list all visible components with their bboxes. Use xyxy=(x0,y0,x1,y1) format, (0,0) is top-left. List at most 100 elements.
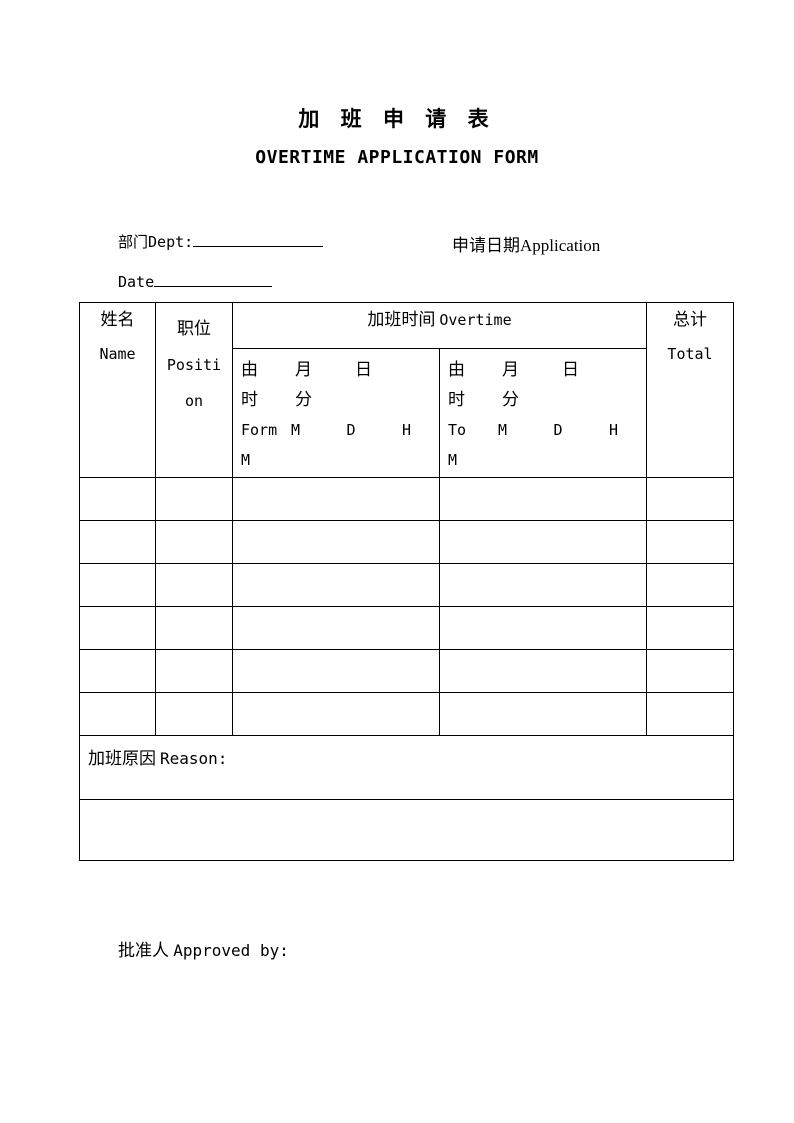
header-total-cn: 总计 xyxy=(673,310,707,329)
header-cell-total: 总计 Total xyxy=(646,302,734,478)
from-en-day: D xyxy=(346,421,356,439)
header-cell-position: 职位 Positi on xyxy=(155,302,233,478)
header-cell-from: 由 月 日 时 分 Form M D H M xyxy=(232,348,440,478)
header-position-en-2: on xyxy=(184,392,204,410)
cell-position[interactable] xyxy=(155,563,233,607)
cell-name[interactable] xyxy=(79,606,156,650)
cell-total[interactable] xyxy=(646,606,734,650)
to-cn-日: 日 xyxy=(562,360,579,379)
cell-from[interactable] xyxy=(232,606,440,650)
cell-position[interactable] xyxy=(155,477,233,521)
cell-to[interactable] xyxy=(439,520,647,564)
from-en-month: M xyxy=(290,421,300,439)
from-cn-line-2: 时 分 xyxy=(241,385,439,415)
table-row[interactable] xyxy=(79,649,734,693)
table-header-row-group: 姓名 Name 职位 Positi on 加班时间 Overtime 总计 To xyxy=(79,302,734,478)
to-cn-时: 时 xyxy=(448,390,465,409)
from-cn-line-1: 由 月 日 xyxy=(241,355,439,385)
notes-cell[interactable] xyxy=(79,799,734,861)
application-date-label: 申请日期Application xyxy=(452,236,601,255)
to-en-day: D xyxy=(553,421,563,439)
cell-to[interactable] xyxy=(439,477,647,521)
cell-position[interactable] xyxy=(155,606,233,650)
overtime-group-label-en: Overtime xyxy=(439,311,512,329)
reason-row[interactable]: 加班原因 Reason: xyxy=(79,735,734,800)
header-total-en: Total xyxy=(667,345,713,363)
department-input[interactable] xyxy=(193,246,324,247)
to-cn-月: 月 xyxy=(502,360,519,379)
from-cn-由: 由 xyxy=(241,360,258,379)
header-name-en: Name xyxy=(99,345,136,363)
date-input[interactable] xyxy=(154,286,273,287)
cell-from[interactable] xyxy=(232,649,440,693)
header-position-cn: 职位 xyxy=(177,319,211,338)
approved-by-label-cn: 批准人 xyxy=(118,941,169,960)
header-cell-to: 由 月 日 时 分 To M D H M xyxy=(439,348,647,478)
cell-name[interactable] xyxy=(79,477,156,521)
cell-total[interactable] xyxy=(646,563,734,607)
to-cn-line-2: 时 分 xyxy=(448,385,646,415)
table-row[interactable] xyxy=(79,692,734,736)
page-title-english: OVERTIME APPLICATION FORM xyxy=(255,147,539,168)
cell-total[interactable] xyxy=(646,649,734,693)
table-row[interactable] xyxy=(79,520,734,564)
header-position-en-1: Positi xyxy=(166,356,222,374)
from-cn-分: 分 xyxy=(295,390,312,409)
header-name-cn: 姓名 xyxy=(100,310,135,329)
cell-to[interactable] xyxy=(439,692,647,736)
to-en-line-2: M xyxy=(448,445,646,475)
to-en-minute: M xyxy=(448,451,458,469)
to-cn-分: 分 xyxy=(502,390,519,409)
cell-from[interactable] xyxy=(232,477,440,521)
page-title-chinese: 加 班 申 请 表 xyxy=(298,106,496,131)
reason-label-en: Reason: xyxy=(160,749,228,768)
cell-name[interactable] xyxy=(79,649,156,693)
header-cell-overtime-group: 加班时间 Overtime xyxy=(232,302,647,349)
cell-total[interactable] xyxy=(646,520,734,564)
date-field: Date xyxy=(118,272,273,292)
to-en-line-1: To M D H xyxy=(448,415,646,445)
department-label-cn: 部门 xyxy=(118,233,149,251)
reason-cell[interactable]: 加班原因 Reason: xyxy=(79,735,734,800)
from-en-hour: H xyxy=(402,421,412,439)
reason-label-cn: 加班原因 xyxy=(88,749,156,768)
cell-to[interactable] xyxy=(439,606,647,650)
cell-to[interactable] xyxy=(439,563,647,607)
overtime-group-label-cn: 加班时间 xyxy=(367,310,436,329)
table-row[interactable] xyxy=(79,563,734,607)
to-en-hour: H xyxy=(609,421,619,439)
cell-position[interactable] xyxy=(155,692,233,736)
department-field: 部门Dept: xyxy=(118,231,324,252)
notes-row[interactable] xyxy=(79,799,734,861)
cell-from[interactable] xyxy=(232,563,440,607)
cell-total[interactable] xyxy=(646,692,734,736)
cell-position[interactable] xyxy=(155,520,233,564)
document-page: 加 班 申 请 表 OVERTIME APPLICATION FORM 部门De… xyxy=(0,0,794,1123)
to-en-month: M xyxy=(497,421,507,439)
from-en-line-1: Form M D H xyxy=(241,415,439,445)
cell-from[interactable] xyxy=(232,692,440,736)
approved-by-label-en: Approved by: xyxy=(173,941,289,960)
from-en-form: Form xyxy=(241,421,278,439)
table-row[interactable] xyxy=(79,606,734,650)
cell-name[interactable] xyxy=(79,520,156,564)
approved-by-field: 批准人 Approved by: xyxy=(118,936,289,961)
cell-name[interactable] xyxy=(79,563,156,607)
table-row[interactable] xyxy=(79,477,734,521)
cell-position[interactable] xyxy=(155,649,233,693)
date-label: Date xyxy=(118,273,155,291)
cell-name[interactable] xyxy=(79,692,156,736)
from-en-minute: M xyxy=(241,451,251,469)
from-cn-日: 日 xyxy=(355,360,372,379)
from-cn-时: 时 xyxy=(241,390,258,409)
overtime-table: 姓名 Name 职位 Positi on 加班时间 Overtime 总计 To xyxy=(79,302,734,861)
cell-from[interactable] xyxy=(232,520,440,564)
cell-to[interactable] xyxy=(439,649,647,693)
to-cn-由: 由 xyxy=(448,360,465,379)
from-en-line-2: M xyxy=(241,445,439,475)
to-en-to: To xyxy=(448,421,467,439)
header-cell-name: 姓名 Name xyxy=(79,302,156,478)
department-label-en: Dept: xyxy=(148,233,194,251)
cell-total[interactable] xyxy=(646,477,734,521)
to-cn-line-1: 由 月 日 xyxy=(448,355,646,385)
